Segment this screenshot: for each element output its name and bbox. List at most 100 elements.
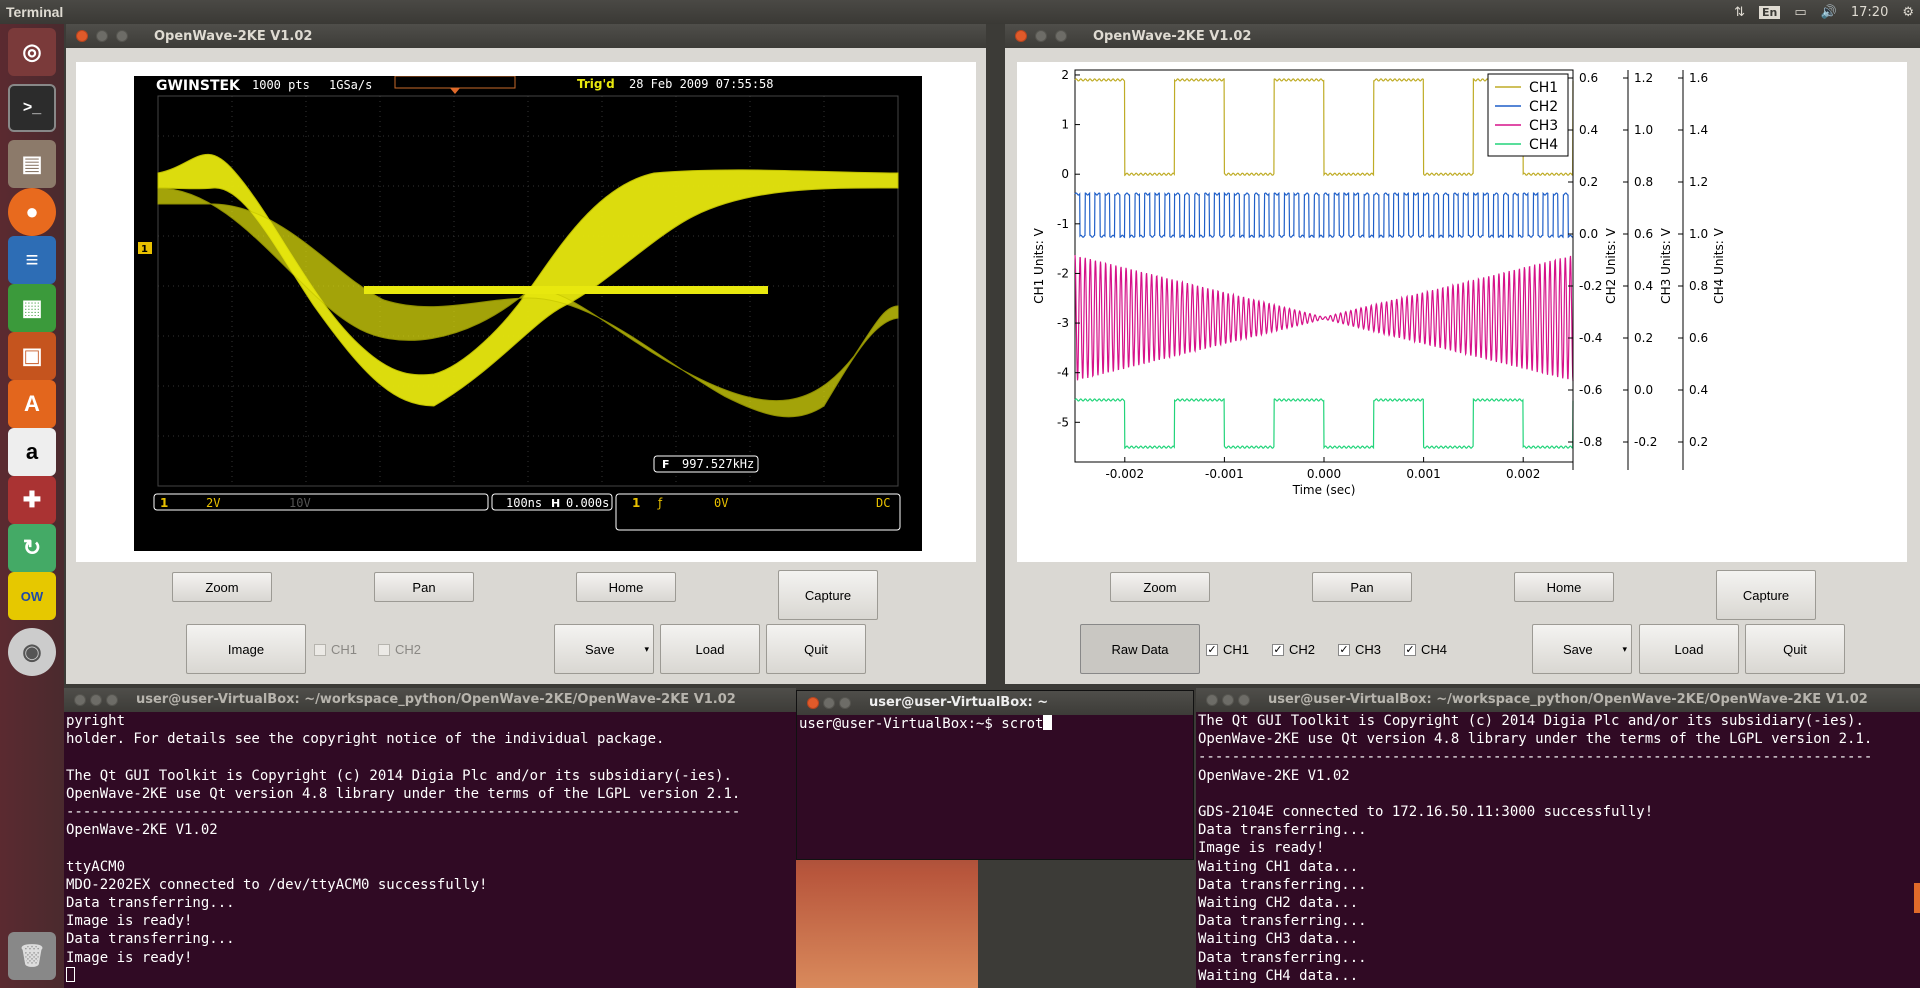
save-button[interactable]: Save ▾ xyxy=(1532,624,1632,674)
ch2-checkbox[interactable]: CH2 xyxy=(378,642,421,657)
launcher: ◎ >_ ▤ ● ≡ ▦ ▣ A a ✚ ↻ OW ◉ 🗑 xyxy=(0,24,64,988)
x-tick-label: 0.002 xyxy=(1506,467,1540,481)
scope-trigger-level: 0V xyxy=(714,496,728,510)
y-tick-label: 0.4 xyxy=(1579,123,1598,137)
y-tick-label: 1.4 xyxy=(1689,123,1708,137)
ch1-checkbox[interactable]: CH1 xyxy=(314,642,357,657)
scrollbar-thumb[interactable] xyxy=(1914,883,1920,913)
terminal-titlebar: user@user-VirtualBox: ~/workspace_python… xyxy=(1196,688,1920,712)
maximize-button[interactable] xyxy=(1055,30,1067,42)
calc-icon[interactable]: ▦ xyxy=(8,284,56,332)
ubuntu-dash-icon[interactable]: ◎ xyxy=(8,28,56,76)
y-tick-label: 2 xyxy=(1061,68,1069,82)
ch4-checkbox[interactable]: ✓ CH4 xyxy=(1404,642,1447,657)
checkbox-box: ✓ xyxy=(1338,643,1350,656)
close-button[interactable] xyxy=(1206,694,1218,706)
minimize-button[interactable] xyxy=(823,697,835,709)
y-tick-label: 1.0 xyxy=(1634,123,1653,137)
zoom-button[interactable]: Zoom xyxy=(1110,572,1210,602)
capture-button[interactable]: Capture xyxy=(1716,570,1816,620)
scope-ch2-scale: 10V xyxy=(289,496,311,510)
terminal-title: user@user-VirtualBox: ~ xyxy=(869,694,1049,710)
scope-ch1-badge: 1 xyxy=(160,496,168,510)
trash-icon[interactable]: 🗑 xyxy=(8,932,56,980)
files-icon[interactable]: ▤ xyxy=(8,140,56,188)
network-transfer-icon[interactable]: ⇅ xyxy=(1734,5,1745,20)
software-updater-icon[interactable]: ↻ xyxy=(8,524,56,572)
terminal-line: MDO-2202EX connected to /dev/ttyACM0 suc… xyxy=(66,876,488,893)
window-titlebar: OpenWave-2KE V1.02 xyxy=(1005,24,1920,48)
dropdown-arrow-icon[interactable]: ▾ xyxy=(1622,644,1627,655)
keyboard-layout-indicator[interactable]: En xyxy=(1759,5,1781,19)
legend: CH1 CH2 CH3 CH4 xyxy=(1487,73,1569,157)
dropdown-arrow-icon[interactable]: ▾ xyxy=(644,644,649,655)
image-canvas[interactable]: GWINSTEK 1000 pts 1GSa/s Trig'd 28 Feb 2… xyxy=(76,62,976,562)
checkbox-box: ✓ xyxy=(1206,643,1218,656)
openwave-icon[interactable]: OW xyxy=(8,572,56,620)
maximize-button[interactable] xyxy=(1238,694,1250,706)
close-button[interactable] xyxy=(74,694,86,706)
zoom-button[interactable]: Zoom xyxy=(172,572,272,602)
y-tick-label: 1 xyxy=(1061,118,1069,132)
impress-icon[interactable]: ▣ xyxy=(8,332,56,380)
amazon-icon[interactable]: a xyxy=(8,428,56,476)
save-button-label: Save xyxy=(585,641,615,657)
ch3-checkbox[interactable]: ✓ CH3 xyxy=(1338,642,1381,657)
raw-data-button[interactable]: Raw Data xyxy=(1080,624,1200,674)
ch2-checkbox[interactable]: ✓ CH2 xyxy=(1272,642,1315,657)
minimize-button[interactable] xyxy=(1035,30,1047,42)
terminal-titlebar: user@user-VirtualBox: ~/workspace_python… xyxy=(64,688,796,712)
terminal-line: ttyACM0 xyxy=(66,858,126,875)
terminal-line: Data transferring... xyxy=(1198,913,1367,930)
terminal-right[interactable]: user@user-VirtualBox: ~/workspace_python… xyxy=(1196,688,1920,988)
minimize-button[interactable] xyxy=(90,694,102,706)
y-tick-label: -0.6 xyxy=(1579,383,1602,397)
maximize-button[interactable] xyxy=(839,697,851,709)
minimize-button[interactable] xyxy=(1222,694,1234,706)
quit-button[interactable]: Quit xyxy=(1745,624,1845,674)
close-button[interactable] xyxy=(807,697,819,709)
pan-button[interactable]: Pan xyxy=(374,572,474,602)
x-tick-label: 0.000 xyxy=(1307,467,1341,481)
load-button[interactable]: Load xyxy=(1639,624,1739,674)
software-center-icon[interactable]: A xyxy=(8,380,56,428)
y-tick-label: -3 xyxy=(1057,316,1069,330)
y-tick-label: 0.0 xyxy=(1579,227,1598,241)
close-button[interactable] xyxy=(76,30,88,42)
system-settings-icon[interactable]: ✚ xyxy=(8,476,56,524)
legend-label-ch1: CH1 xyxy=(1529,80,1558,96)
scope-trigger-slope-icon: ƒ xyxy=(657,496,663,510)
terminal-line: GDS-2104E connected to 172.16.50.11:3000… xyxy=(1198,804,1654,821)
save-button[interactable]: Save ▾ xyxy=(554,624,654,674)
writer-icon[interactable]: ≡ xyxy=(8,236,56,284)
ch1-checkbox[interactable]: ✓ CH1 xyxy=(1206,642,1249,657)
minimize-button[interactable] xyxy=(96,30,108,42)
terminal-icon[interactable]: >_ xyxy=(8,84,56,132)
dvd-icon[interactable]: ◉ xyxy=(8,628,56,676)
firefox-icon[interactable]: ● xyxy=(8,188,56,236)
quit-button[interactable]: Quit xyxy=(766,624,866,674)
terminal-left[interactable]: user@user-VirtualBox: ~/workspace_python… xyxy=(64,688,796,988)
maximize-button[interactable] xyxy=(116,30,128,42)
terminal-middle[interactable]: user@user-VirtualBox: ~ user@user-Virtua… xyxy=(796,690,1194,860)
legend-label-ch2: CH2 xyxy=(1529,99,1558,115)
battery-icon[interactable]: ▭ xyxy=(1794,5,1806,20)
close-button[interactable] xyxy=(1015,30,1027,42)
volume-icon[interactable]: 🔊 xyxy=(1821,5,1837,20)
terminal-line: Data transferring... xyxy=(66,931,235,948)
capture-button[interactable]: Capture xyxy=(778,570,878,620)
y-tick-label: 0.8 xyxy=(1689,279,1708,293)
pan-button[interactable]: Pan xyxy=(1312,572,1412,602)
image-button[interactable]: Image xyxy=(186,624,306,674)
scope-coupling: DC xyxy=(876,496,890,510)
y-tick-label: 0.8 xyxy=(1634,175,1653,189)
terminal-line: The Qt GUI Toolkit is Copyright (c) 2014… xyxy=(66,767,732,784)
scope-freq-label: F xyxy=(662,458,670,471)
load-button[interactable]: Load xyxy=(660,624,760,674)
plot-canvas[interactable]: -0.002 -0.001 0.000 0.001 0.002 Time (sec) 2 1 0… xyxy=(1017,62,1907,562)
home-button[interactable]: Home xyxy=(1514,572,1614,602)
gear-icon[interactable]: ⚙ xyxy=(1902,5,1914,20)
home-button[interactable]: Home xyxy=(576,572,676,602)
maximize-button[interactable] xyxy=(106,694,118,706)
clock[interactable]: 17:20 xyxy=(1851,5,1888,20)
